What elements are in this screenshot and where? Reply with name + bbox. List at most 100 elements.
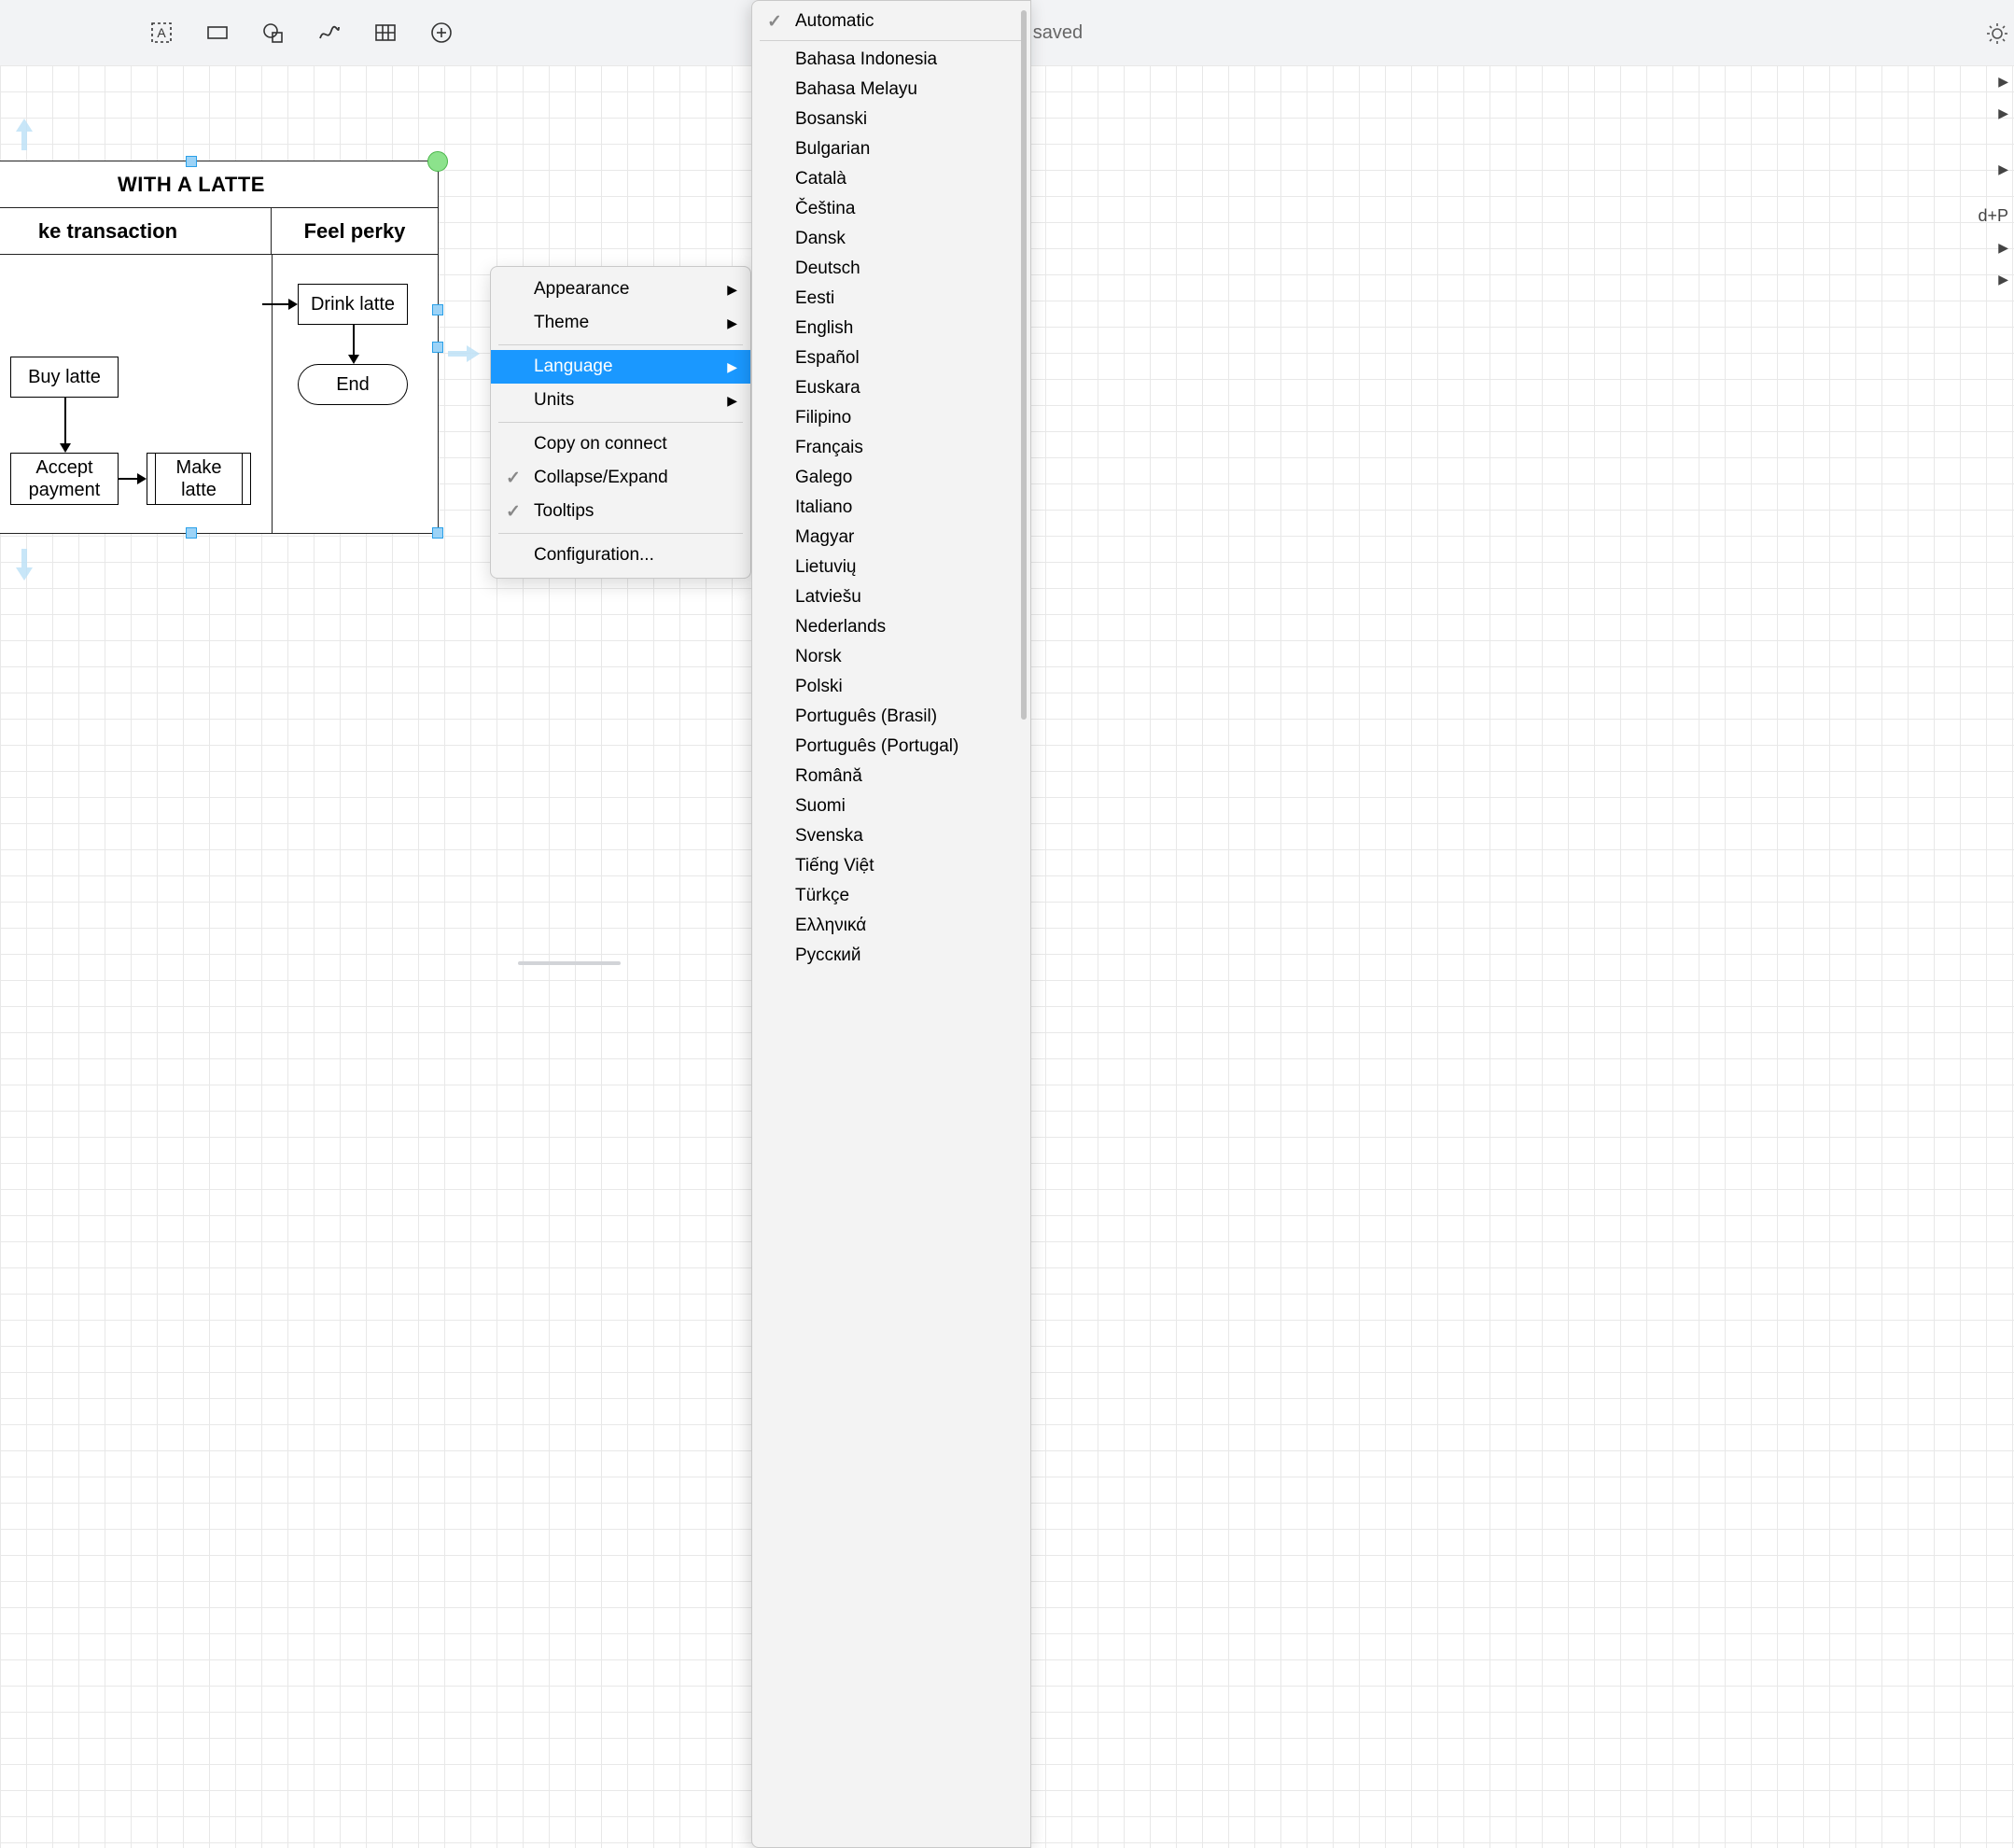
language-option[interactable]: Bahasa Indonesia [752, 45, 1030, 75]
menu-separator [498, 533, 743, 534]
selection-extend-up-icon[interactable] [14, 117, 35, 157]
language-option[interactable]: Euskara [752, 373, 1030, 403]
language-option[interactable]: Filipino [752, 403, 1030, 433]
node-end[interactable]: End [298, 364, 408, 405]
swimlane-body: Buy latte Accept payment Make latte Drin… [0, 255, 438, 533]
language-option[interactable]: Bosanski [752, 105, 1030, 134]
language-option[interactable]: Português (Portugal) [752, 732, 1030, 762]
keyboard-shortcut-text: d+P [1978, 206, 2008, 226]
swimlane-column-headers: ke transaction Feel perky [0, 208, 438, 255]
menu-item-appearance[interactable]: Appearance ▶ [491, 273, 750, 306]
context-menu[interactable]: Appearance ▶ Theme ▶ Language ▶ Units ▶ … [490, 266, 751, 579]
menu-item-label: Configuration... [534, 545, 654, 566]
add-tool-button[interactable] [425, 16, 458, 49]
swimlane-column-transaction[interactable]: ke transaction [0, 208, 272, 254]
appearance-toggle-icon[interactable] [1980, 17, 2014, 50]
language-option[interactable]: Français [752, 433, 1030, 463]
chevron-right-icon[interactable]: ▶ [1998, 240, 2008, 256]
selection-handle[interactable] [432, 342, 443, 353]
menu-separator [498, 422, 743, 423]
chevron-right-icon: ▶ [727, 315, 737, 331]
selection-rotate-handle[interactable] [427, 151, 448, 172]
edge-drink-to-end [353, 325, 355, 357]
menu-item-label: Units [534, 390, 574, 411]
page-indicator[interactable] [518, 961, 621, 965]
language-option[interactable]: Bulgarian [752, 134, 1030, 164]
menu-item-configuration[interactable]: Configuration... [491, 539, 750, 572]
language-option[interactable]: Bahasa Melayu [752, 75, 1030, 105]
node-drink-latte[interactable]: Drink latte [298, 284, 408, 325]
language-option[interactable]: Eesti [752, 284, 1030, 314]
language-option[interactable]: Latviešu [752, 582, 1030, 612]
table-tool-button[interactable] [369, 16, 402, 49]
shape-tool-button[interactable] [257, 16, 290, 49]
language-option[interactable]: Polski [752, 672, 1030, 702]
menu-item-label: Copy on connect [534, 434, 667, 455]
swimlane-column-feel-perky[interactable]: Feel perky [272, 208, 438, 254]
language-option[interactable]: Română [752, 762, 1030, 791]
language-option[interactable]: Español [752, 343, 1030, 373]
language-option[interactable]: Dansk [752, 224, 1030, 254]
selection-extend-right-icon[interactable] [446, 343, 482, 369]
node-make-latte-label: Make latte [147, 456, 250, 501]
selection-extend-down-icon[interactable] [14, 547, 35, 587]
language-submenu[interactable]: Automatic Bahasa Indonesia Bahasa Melayu… [751, 0, 1031, 1848]
menu-item-label: Appearance [534, 279, 629, 300]
language-option[interactable]: Čeština [752, 194, 1030, 224]
menu-item-copy-on-connect[interactable]: Copy on connect [491, 427, 750, 461]
swimlane-container[interactable]: WITH A LATTE ke transaction Feel perky B… [0, 161, 439, 534]
language-option[interactable]: Svenska [752, 821, 1030, 851]
menu-item-label: Language [534, 357, 613, 377]
language-option[interactable]: Suomi [752, 791, 1030, 821]
language-option[interactable]: Ελληνικά [752, 911, 1030, 941]
swimlane-title[interactable]: WITH A LATTE [0, 161, 438, 208]
chevron-right-icon[interactable]: ▶ [1998, 74, 2008, 90]
language-option[interactable]: Italiano [752, 493, 1030, 523]
language-option[interactable]: English [752, 314, 1030, 343]
node-make-latte[interactable]: Make latte [147, 453, 251, 505]
node-accept-payment[interactable]: Accept payment [10, 453, 119, 505]
selection-handle[interactable] [432, 304, 443, 315]
selection-handle[interactable] [186, 156, 197, 167]
language-option[interactable]: Türkçe [752, 881, 1030, 911]
language-option[interactable]: Deutsch [752, 254, 1030, 284]
edge-drink-to-end-head [348, 355, 359, 364]
edge-into-drink-head [288, 299, 298, 310]
language-option-automatic[interactable]: Automatic [752, 7, 1030, 36]
menu-item-units[interactable]: Units ▶ [491, 384, 750, 417]
menu-item-label: Tooltips [534, 501, 594, 522]
selection-handle[interactable] [432, 527, 443, 539]
menu-separator [760, 40, 1023, 41]
edge-buy-to-accept-head [60, 443, 71, 453]
language-option[interactable]: Português (Brasil) [752, 702, 1030, 732]
edge-accept-to-make-head [137, 473, 147, 484]
language-option[interactable]: Lietuvių [752, 553, 1030, 582]
toolbar-tool-group: A [145, 16, 458, 49]
scrollbar[interactable] [1021, 10, 1027, 720]
language-option[interactable]: Nederlands [752, 612, 1030, 642]
freehand-tool-button[interactable] [313, 16, 346, 49]
menu-item-tooltips[interactable]: Tooltips [491, 495, 750, 528]
menu-separator [498, 344, 743, 345]
rectangle-tool-button[interactable] [201, 16, 234, 49]
chevron-right-icon[interactable]: ▶ [1998, 105, 2008, 121]
menu-item-theme[interactable]: Theme ▶ [491, 306, 750, 340]
node-buy-latte[interactable]: Buy latte [10, 357, 119, 398]
selection-handle[interactable] [186, 527, 197, 539]
chevron-right-icon: ▶ [727, 282, 737, 298]
chevron-right-icon[interactable]: ▶ [1998, 272, 2008, 287]
language-option[interactable]: Tiếng Việt [752, 851, 1030, 881]
lane-divider [272, 255, 273, 533]
svg-text:A: A [157, 25, 166, 40]
menu-item-collapse-expand[interactable]: Collapse/Expand [491, 461, 750, 495]
edge-buy-to-accept [64, 398, 66, 444]
edge-into-drink [262, 303, 290, 305]
language-option[interactable]: Galego [752, 463, 1030, 493]
language-option[interactable]: Magyar [752, 523, 1030, 553]
language-option[interactable]: Norsk [752, 642, 1030, 672]
menu-item-language[interactable]: Language ▶ [491, 350, 750, 384]
language-option[interactable]: Català [752, 164, 1030, 194]
chevron-right-icon[interactable]: ▶ [1998, 161, 2008, 177]
language-option[interactable]: Русский [752, 941, 1030, 971]
text-tool-button[interactable]: A [145, 16, 178, 49]
